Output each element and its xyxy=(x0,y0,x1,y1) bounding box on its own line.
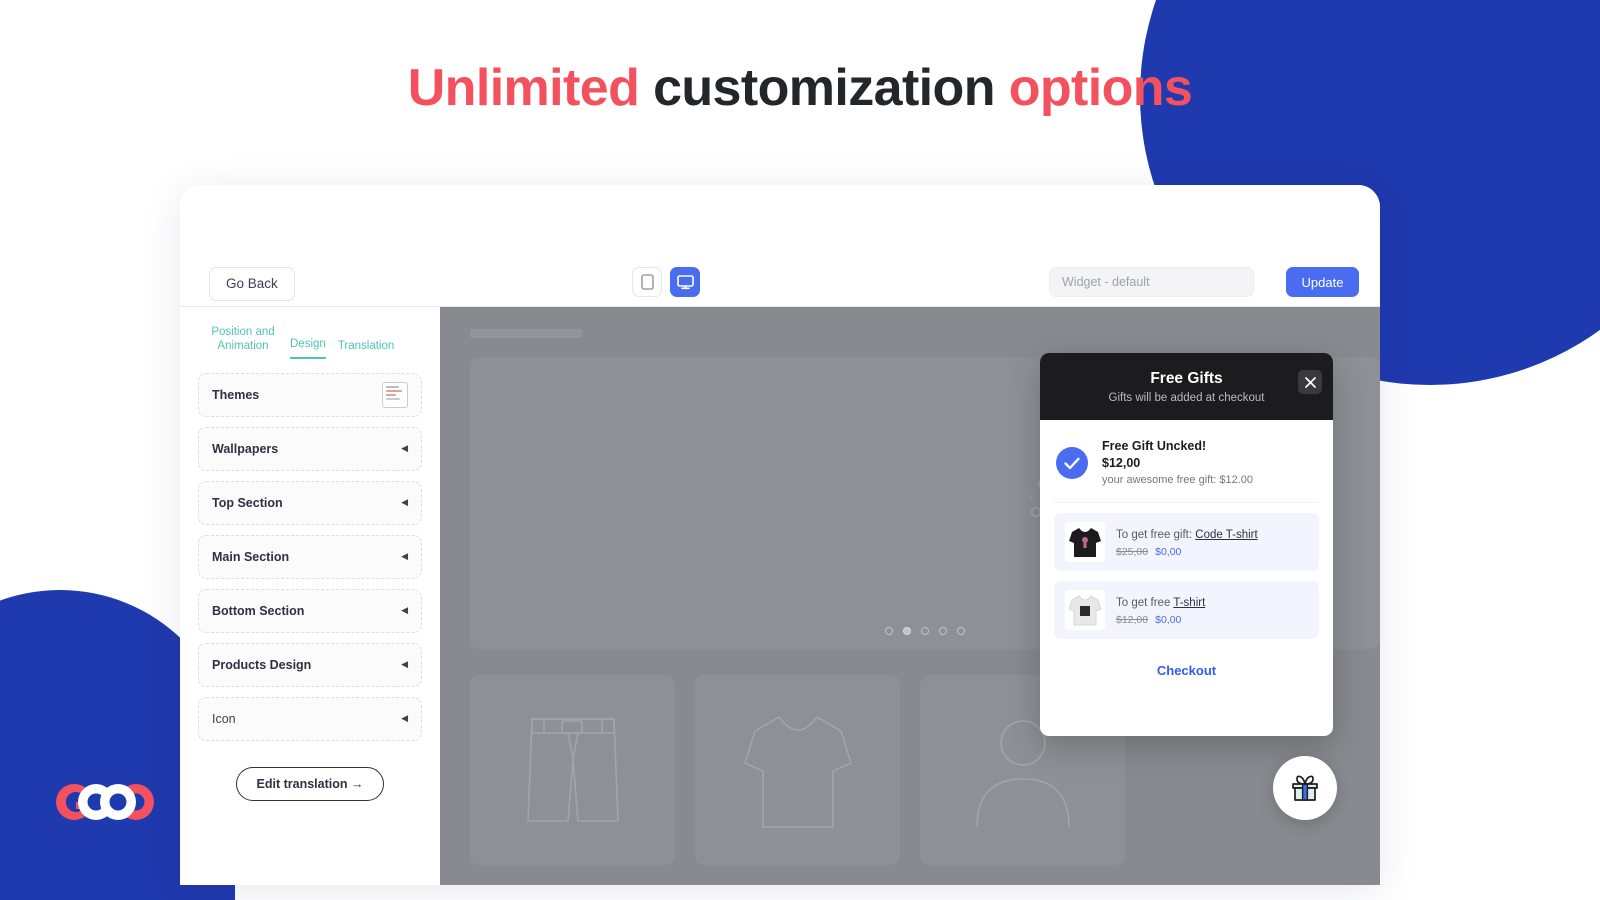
headline-part-1: Unlimited xyxy=(407,59,654,117)
white-tshirt-icon xyxy=(1068,595,1102,626)
sidebar-item-icon[interactable]: Icon ◀ xyxy=(198,696,422,741)
shorts-line-art-icon xyxy=(526,718,619,822)
product-grid-placeholder xyxy=(470,675,1125,865)
unlocked-gift-text: Free Gift Uncked! $12,00 your awesome fr… xyxy=(1102,438,1253,488)
headline-part-2: customization xyxy=(653,59,1009,117)
check-icon xyxy=(1064,457,1080,469)
gift-option-label: To get free gift: Code T-shirt xyxy=(1116,527,1258,543)
carousel-dots xyxy=(885,627,965,635)
sidebar-item-products-design[interactable]: Products Design ◀ xyxy=(198,642,422,687)
sidebar-item-label: Wallpapers xyxy=(212,441,279,456)
good-logo-icon xyxy=(56,783,154,820)
gift-option-row[interactable]: To get free T-shirt $12,00 $0,00 xyxy=(1054,581,1319,640)
sidebar-item-main-section[interactable]: Main Section ◀ xyxy=(198,534,422,579)
sidebar-item-label: Icon xyxy=(212,711,236,726)
theme-preview-thumb-icon xyxy=(382,381,408,408)
gift-option-product[interactable]: T-shirt xyxy=(1173,597,1205,609)
gift-option-prices: $12,00 $0,00 xyxy=(1116,614,1205,626)
carousel-dot[interactable] xyxy=(957,627,965,635)
design-sidebar: Position and Animation Design Translatio… xyxy=(180,307,440,885)
sidebar-item-top-section[interactable]: Top Section ◀ xyxy=(198,480,422,525)
widget-select[interactable]: Widget - default xyxy=(1049,267,1254,297)
chevron-left-icon: ◀ xyxy=(401,551,408,562)
gift-icon xyxy=(1292,775,1318,801)
tshirt-line-art-icon xyxy=(743,716,852,828)
gift-option-text: To get free T-shirt $12,00 $0,00 xyxy=(1116,595,1205,626)
sidebar-item-label: Products Design xyxy=(212,657,312,672)
check-circle-icon xyxy=(1056,447,1088,480)
black-tshirt-icon xyxy=(1069,528,1101,558)
page-headline: Unlimited customization options xyxy=(0,58,1600,118)
gift-option-prefix: To get free xyxy=(1116,596,1174,609)
sidebar-accordion-list: Themes Wallpapers ◀ Top Section ◀ Main S… xyxy=(198,372,422,741)
popup-title: Free Gifts xyxy=(1150,369,1223,387)
sidebar-item-label: Bottom Section xyxy=(212,603,305,618)
device-toggle-desktop[interactable] xyxy=(670,267,700,297)
gift-option-label: To get free T-shirt xyxy=(1116,595,1205,611)
carousel-dot[interactable] xyxy=(939,627,947,635)
desktop-icon xyxy=(676,274,694,289)
placeholder-page-title xyxy=(470,329,582,338)
free-gifts-popup: Free Gifts Gifts will be added at checko… xyxy=(1040,353,1333,736)
device-toggle-mobile[interactable] xyxy=(632,267,662,297)
checkout-link[interactable]: Checkout xyxy=(1054,663,1319,678)
gift-option-old-price: $25,00 xyxy=(1116,545,1149,558)
gift-option-new-price: $0,00 xyxy=(1155,613,1182,626)
tab-position-and-animation[interactable]: Position and Animation xyxy=(208,325,278,359)
white-tshirt-thumb-icon xyxy=(1065,590,1105,631)
sidebar-item-themes[interactable]: Themes xyxy=(198,372,422,417)
carousel-dot[interactable] xyxy=(921,627,929,635)
popup-subtitle: Gifts will be added at checkout xyxy=(1108,391,1265,404)
chevron-left-icon: ◀ xyxy=(401,443,408,454)
unlocked-gift-price: $12,00 xyxy=(1102,455,1141,470)
chevron-left-icon: ◀ xyxy=(401,713,408,724)
unlocked-gift-name: Free Gift Uncked! xyxy=(1102,439,1207,453)
gift-option-product[interactable]: Code T-shirt xyxy=(1195,529,1257,541)
chevron-left-icon: ◀ xyxy=(401,659,408,670)
tab-design[interactable]: Design xyxy=(290,337,326,359)
popup-close-button[interactable] xyxy=(1298,370,1322,394)
gift-option-old-price: $12,00 xyxy=(1116,613,1149,626)
gift-option-row[interactable]: To get free gift: Code T-shirt $25,00 $0,… xyxy=(1054,513,1319,572)
sidebar-item-label: Themes xyxy=(212,387,260,402)
gift-floating-button[interactable] xyxy=(1273,756,1337,820)
black-tshirt-thumb-icon xyxy=(1065,522,1105,563)
gift-option-new-price: $0,00 xyxy=(1155,545,1182,558)
product-card-placeholder[interactable] xyxy=(695,675,900,865)
gift-option-prices: $25,00 $0,00 xyxy=(1116,546,1258,558)
sidebar-item-label: Top Section xyxy=(212,495,283,510)
sidebar-tabs: Position and Animation Design Translatio… xyxy=(198,319,422,359)
sidebar-item-wallpapers[interactable]: Wallpapers ◀ xyxy=(198,426,422,471)
product-card-placeholder[interactable] xyxy=(470,675,675,865)
sidebar-item-label: Main Section xyxy=(212,549,290,564)
app-toolbar: Go Back Widget - default Update xyxy=(180,185,1380,307)
mobile-icon xyxy=(640,274,654,290)
unlocked-gift-row: Free Gift Uncked! $12,00 your awesome fr… xyxy=(1054,432,1319,504)
good-logo xyxy=(52,782,170,822)
tab-translation[interactable]: Translation xyxy=(338,339,394,358)
carousel-dot-active[interactable] xyxy=(903,627,911,635)
carousel-dot[interactable] xyxy=(885,627,893,635)
sidebar-item-bottom-section[interactable]: Bottom Section ◀ xyxy=(198,588,422,633)
go-back-button[interactable]: Go Back xyxy=(209,267,295,302)
chevron-left-icon: ◀ xyxy=(401,605,408,616)
device-toggle-group xyxy=(632,267,700,297)
widget-select-value: Widget - default xyxy=(1062,275,1150,289)
free-gifts-header: Free Gifts Gifts will be added at checko… xyxy=(1040,353,1333,420)
page-root: Unlimited customization options Go Back xyxy=(0,0,1600,900)
gift-option-prefix: To get free gift: xyxy=(1116,528,1196,541)
edit-translation-button[interactable]: Edit translation → xyxy=(235,766,385,801)
update-button[interactable]: Update xyxy=(1286,267,1359,297)
unlocked-gift-description: your awesome free gift: $12.00 xyxy=(1102,473,1254,486)
close-icon xyxy=(1304,376,1316,388)
chevron-left-icon: ◀ xyxy=(401,497,408,508)
free-gifts-body: Free Gift Uncked! $12,00 your awesome fr… xyxy=(1040,420,1333,678)
gift-option-text: To get free gift: Code T-shirt $25,00 $0,… xyxy=(1116,527,1258,558)
headline-part-3: options xyxy=(1008,59,1193,117)
